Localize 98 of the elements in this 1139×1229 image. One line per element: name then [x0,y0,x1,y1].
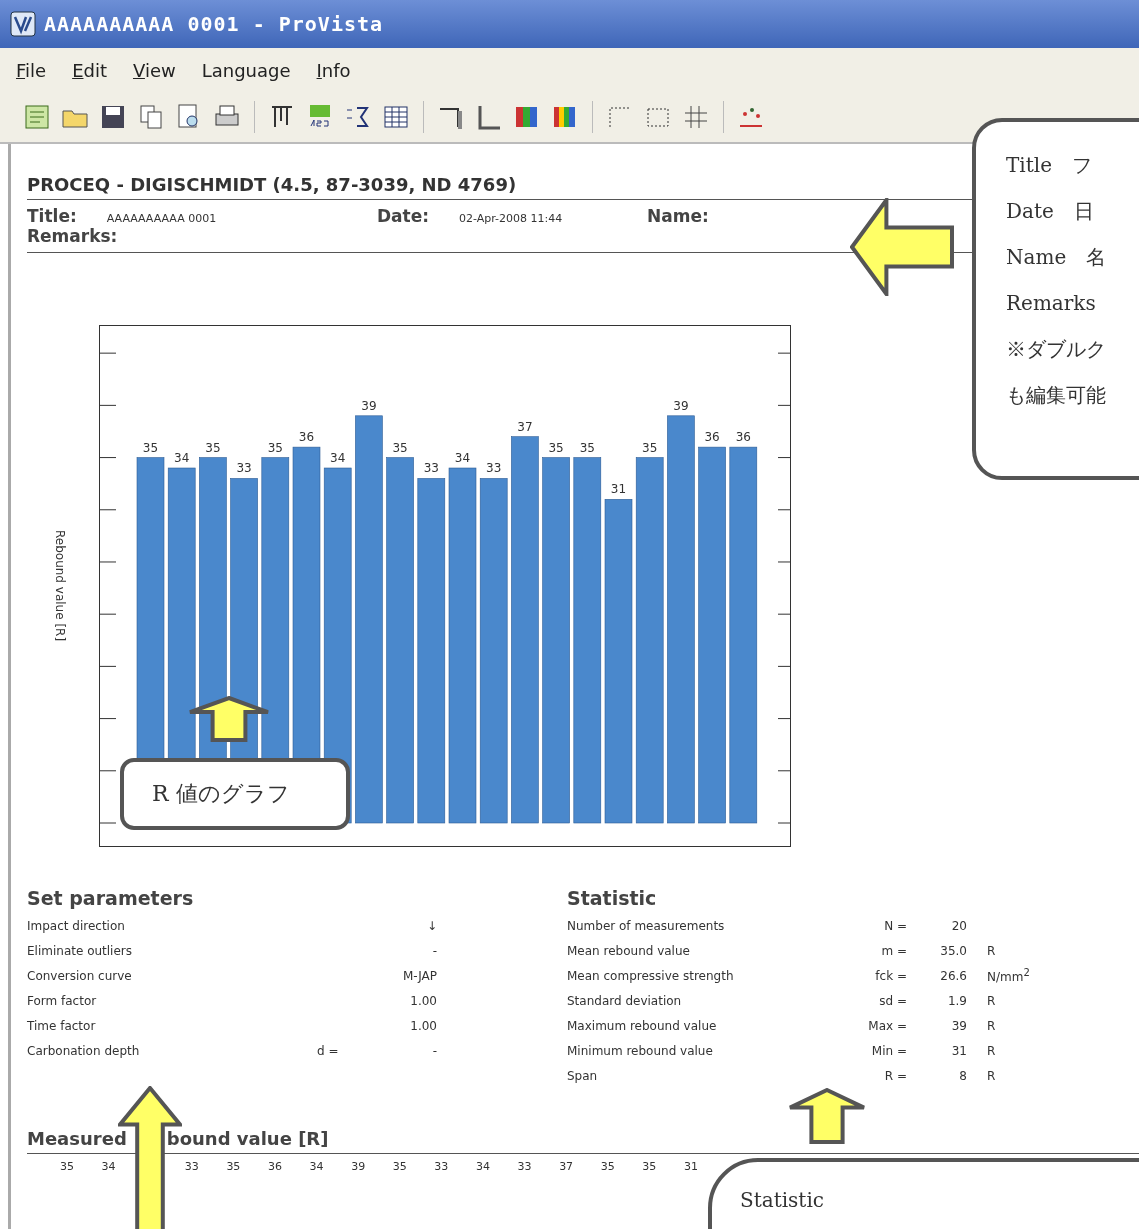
statistic-unit: N/mm$^{2}$ [986,967,1027,984]
field-value: 02-Apr-2008 11:44 [459,212,563,225]
parameter-label: Time factor [27,1018,97,1033]
measured-value: 31 [683,1160,699,1173]
statistic-label: Minimum rebound value [567,1043,714,1058]
statistic-unit: R [986,1068,997,1083]
measured-value: 34 [101,1160,117,1173]
statistic-unit: R [986,993,997,1008]
statistic-symbol: R = [883,1068,907,1083]
parameter-value: - [431,943,437,958]
statistic-symbol: m = [880,943,907,958]
field-value: AAAAAAAAAA 0001 [106,212,217,225]
statistic-label: Maximum rebound value [567,1018,718,1033]
statistic-symbol: N = [883,918,907,933]
bar-value-label: 33 [486,461,502,476]
callout-text: ※ダブルク [1006,336,1107,363]
bar-value-label: 36 [298,430,315,445]
measured-value: 35 [392,1160,408,1173]
statistic-symbol: fck = [874,968,907,983]
bar-value-label: 33 [423,461,439,476]
statistic-label: Mean compressive strength [567,968,735,983]
statistic-symbol: Max = [867,1018,907,1033]
statistic-unit: R [986,1043,997,1058]
statistic-value: 1.9 [946,993,967,1008]
section-title: bound value [R] [166,1128,329,1149]
bar-value-label: 35 [392,440,408,455]
statistic-symbol: Min = [870,1043,907,1058]
app-logo-icon [10,11,36,37]
bar-value-label: 36 [735,430,751,445]
field-label: Title: [27,206,77,226]
bar-value-label: 31 [610,482,627,497]
statistic-value: 8 [958,1068,967,1083]
bar-value-label: 37 [517,419,533,434]
bar-value-label: 39 [673,398,689,413]
measured-value: 37 [559,1160,575,1173]
bar-value-label: 35 [267,440,283,455]
bar-value-label: 34 [454,451,471,465]
menu-item[interactable]: Language [201,59,291,81]
parameter-value: - [431,1043,437,1058]
parameter-value: 1.00 [409,993,437,1008]
bar-value-label: 35 [205,440,221,455]
field-label: Name: [647,206,709,226]
bar-value-label: 35 [642,440,658,455]
bar-value-label: 36 [704,430,720,445]
measured-value: 33 [184,1160,200,1173]
section-title: Statistic [567,887,658,909]
statistic-label: Span [567,1068,599,1083]
menu-item[interactable]: View [133,59,176,81]
measured-value: 33 [517,1160,533,1173]
menu-item[interactable]: Edit [72,59,107,81]
measured-value: 36 [267,1160,283,1173]
callout-text: Date 日 [1006,198,1095,225]
statistic-label: Mean rebound value [567,943,691,958]
measured-value: 35 [226,1160,242,1173]
parameter-label: Impact direction [27,918,126,933]
menu-item[interactable]: Info [316,59,351,81]
section-title: Set parameters [27,887,195,909]
statistic-label: Standard deviation [567,993,683,1008]
bar-value-label: 34 [330,451,346,465]
statistic-value: 26.6 [939,968,967,983]
bar-value-label: 35 [579,440,595,455]
statistic-unit: R [986,1018,997,1033]
statistic-value: 35.0 [939,943,967,958]
menu-item[interactable]: File [16,59,47,81]
parameter-symbol: d = [317,1043,340,1058]
parameter-label: Carbonation depth [27,1043,141,1058]
parameter-label: Form factor [27,993,98,1008]
bar-value-label: 39 [361,398,377,413]
callout-text: Statistic [740,1188,825,1212]
window-title: AAAAAAAAAA 0001 - ProVista [44,12,384,36]
statistic-value: 20 [950,918,967,933]
bar-value-label: 34 [174,451,190,465]
measured-value: 35 [642,1160,658,1173]
measured-value: 33 [434,1160,450,1173]
measured-value: 34 [309,1160,325,1173]
statistic-value: 31 [950,1043,967,1058]
parameter-value: ↓ [425,918,437,933]
measured-value: 34 [475,1160,491,1173]
parameter-value: 1.00 [409,1018,437,1033]
statistic-symbol: sd = [878,993,907,1008]
statistic-unit: R [986,943,997,958]
measured-value: 39 [351,1160,367,1173]
measured-value: 35 [600,1160,616,1173]
callout-text: R 値のグラフ [152,780,290,808]
field-label: Date: [377,206,430,226]
parameter-label: Conversion curve [27,968,133,983]
parameter-value: M-JAP [401,968,437,983]
parameter-label: Eliminate outliers [27,943,134,958]
statistic-label: Number of measurements [567,918,726,933]
section-title: Measured [27,1128,127,1149]
measured-value: 35 [60,1160,75,1173]
bar-value-label: 35 [142,440,159,455]
callout-text: Remarks [1006,290,1097,317]
statistic-value: 39 [950,1018,967,1033]
callout-text: も編集可能 [1006,382,1107,409]
bar-value-label: 33 [236,461,252,476]
y-axis-label: Rebound value [R] [53,530,67,642]
bar-value-label: 35 [548,440,564,455]
